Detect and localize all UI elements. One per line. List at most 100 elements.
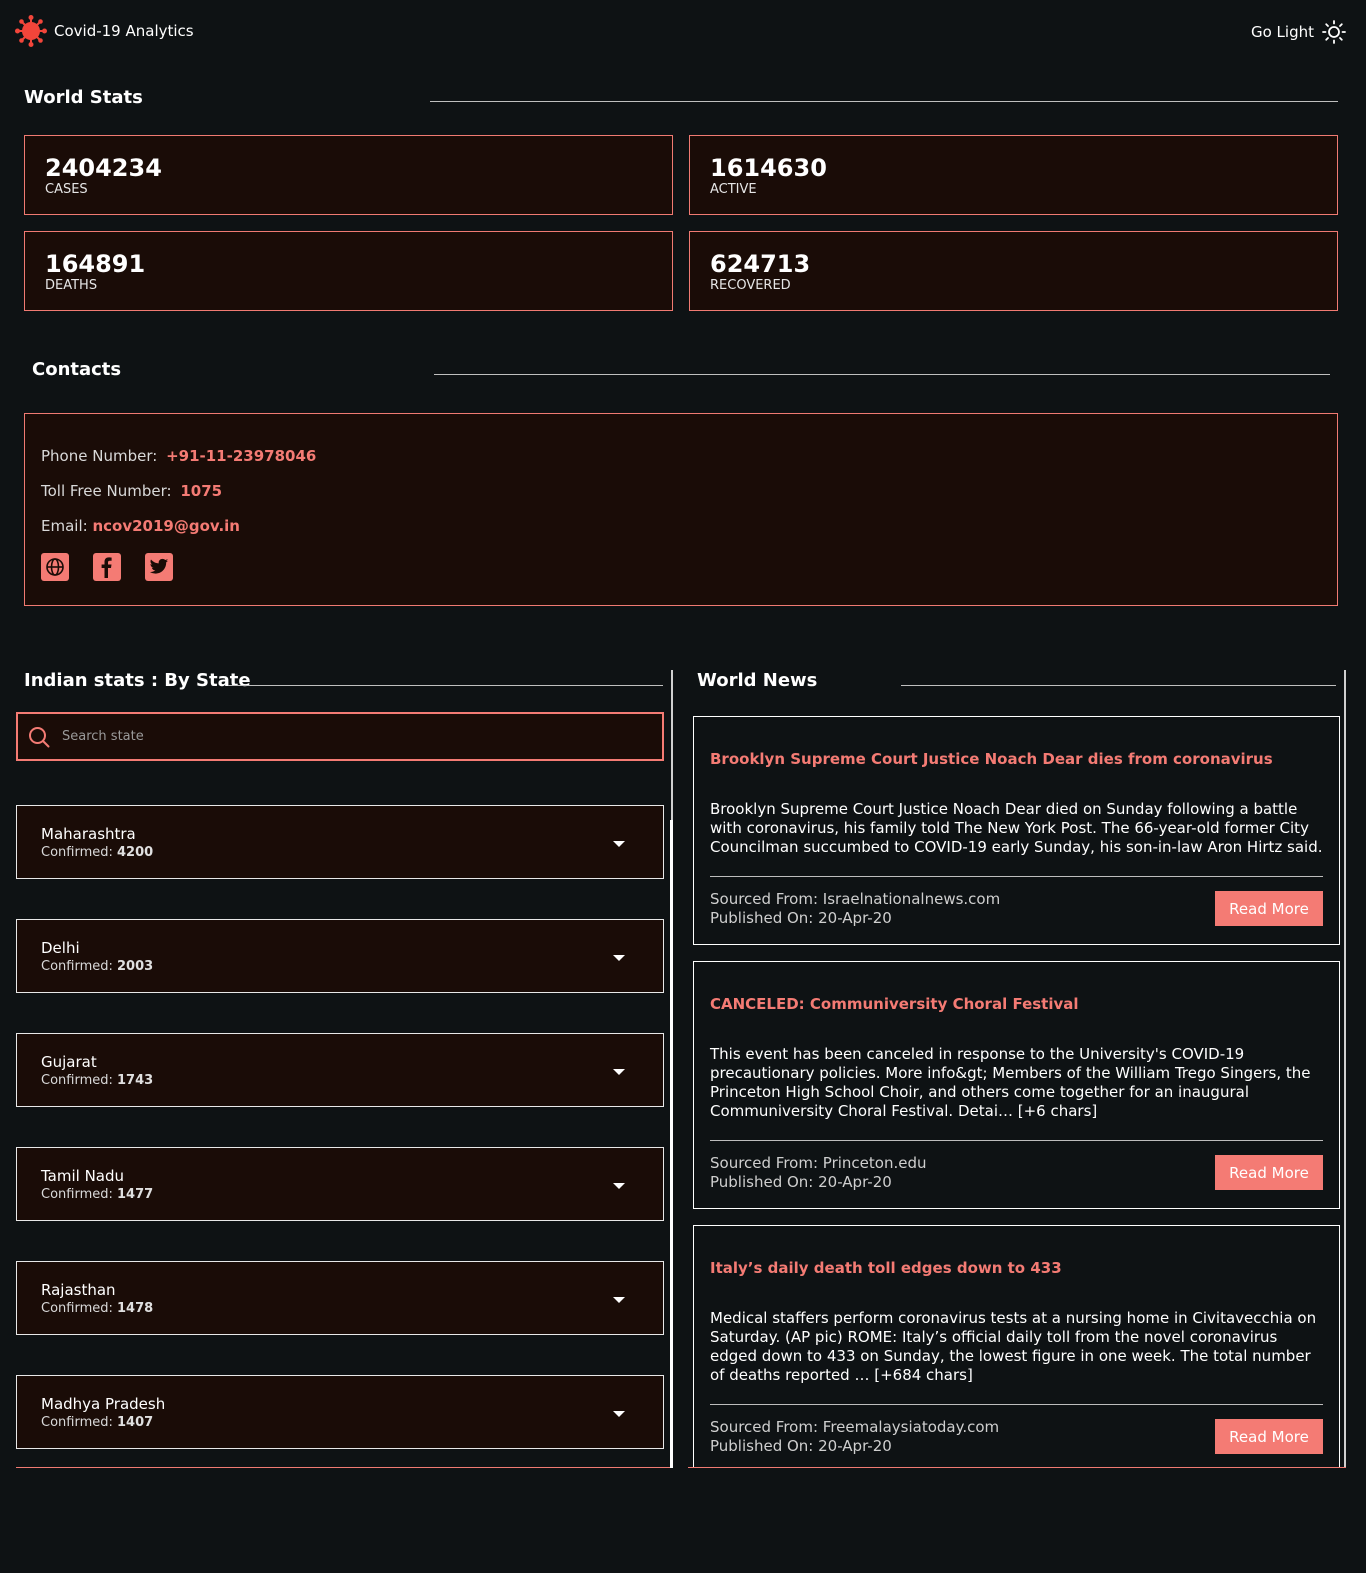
news-description: Medical staffers perform coronavirus tes… — [710, 1309, 1323, 1405]
confirmed-value: 1478 — [117, 1301, 154, 1316]
stat-label: CASES — [45, 182, 88, 197]
state-name: Delhi — [41, 939, 80, 957]
twitter-icon[interactable] — [145, 553, 173, 581]
news-footer: Sourced From: Princeton.edu Published On… — [710, 1141, 1323, 1208]
search-icon — [29, 726, 50, 747]
world-news-heading: World News — [697, 670, 818, 691]
globe-icon[interactable] — [41, 553, 69, 581]
theme-toggle-button[interactable]: Go Light — [1251, 18, 1346, 46]
stat-card-cases: 2404234 CASES — [24, 135, 673, 215]
news-footer: Sourced From: Israelnationalnews.com Pub… — [710, 877, 1323, 944]
stat-value: 164891 — [45, 250, 146, 278]
section-divider — [228, 685, 663, 686]
chevron-down-icon[interactable] — [613, 1411, 625, 1417]
confirmed-value: 1407 — [117, 1415, 154, 1430]
phone-label: Phone Number: — [41, 447, 158, 465]
state-accordion-delhi[interactable]: Delhi Confirmed: 2003 — [16, 919, 664, 993]
section-divider — [430, 101, 1338, 102]
stat-label: ACTIVE — [710, 182, 757, 197]
chevron-down-icon[interactable] — [613, 955, 625, 961]
state-accordion-madhya-pradesh[interactable]: Madhya Pradesh Confirmed: 1407 — [16, 1375, 664, 1449]
tollfree-row: Toll Free Number: 1075 — [41, 481, 1321, 516]
confirmed-label: Confirmed: — [41, 1073, 113, 1088]
tollfree-link[interactable]: 1075 — [180, 482, 222, 500]
state-search — [16, 712, 664, 761]
states-list: Maharashtra Confirmed: 4200 Delhi Confir… — [16, 805, 664, 1468]
stat-value: 624713 — [710, 250, 811, 278]
news-footer: Sourced From: Freemalaysiatoday.com Publ… — [710, 1405, 1323, 1468]
stat-card-active: 1614630 ACTIVE — [689, 135, 1338, 215]
phone-link[interactable]: +91-11-23978046 — [166, 447, 316, 465]
world-stats-heading: World Stats — [24, 87, 143, 108]
state-accordion-gujarat[interactable]: Gujarat Confirmed: 1743 — [16, 1033, 664, 1107]
theme-toggle-label: Go Light — [1250, 23, 1314, 41]
state-name: Rajasthan — [41, 1281, 116, 1299]
phone-row: Phone Number: +91-11-23978046 — [41, 446, 1321, 481]
stat-label: DEATHS — [45, 278, 98, 293]
stat-value: 2404234 — [45, 154, 162, 182]
state-accordion-rajasthan[interactable]: Rajasthan Confirmed: 1478 — [16, 1261, 664, 1335]
contacts-heading: Contacts — [32, 359, 122, 380]
news-description: This event has been canceled in response… — [710, 1045, 1323, 1141]
read-more-button[interactable]: Read More — [1215, 891, 1323, 926]
news-description: Brooklyn Supreme Court Justice Noach Dea… — [710, 800, 1323, 877]
state-confirmed: Confirmed: 1477 — [41, 1186, 639, 1203]
read-more-button[interactable]: Read More — [1215, 1155, 1323, 1190]
state-name: Tamil Nadu — [41, 1167, 125, 1185]
chevron-down-icon[interactable] — [613, 841, 625, 847]
confirmed-value: 4200 — [117, 845, 154, 860]
news-title: Brooklyn Supreme Court Justice Noach Dea… — [710, 750, 1273, 768]
search-state-input[interactable] — [62, 729, 622, 744]
states-bottom-border — [16, 1467, 671, 1468]
confirmed-value: 2003 — [117, 959, 154, 974]
news-scrollbar[interactable] — [1344, 670, 1346, 1468]
confirmed-label: Confirmed: — [41, 959, 113, 974]
state-accordion-tamil-nadu[interactable]: Tamil Nadu Confirmed: 1477 — [16, 1147, 664, 1221]
state-confirmed: Confirmed: 4200 — [41, 844, 639, 861]
virus-logo-icon — [15, 15, 47, 47]
email-link[interactable]: ncov2019@gov.in — [92, 517, 240, 535]
state-confirmed: Confirmed: 1743 — [41, 1072, 639, 1089]
contacts-panel: Phone Number: +91-11-23978046 Toll Free … — [24, 413, 1338, 606]
facebook-icon[interactable] — [93, 553, 121, 581]
state-name: Madhya Pradesh — [41, 1395, 166, 1413]
social-links — [41, 553, 1321, 581]
news-title: CANCELED: Communiversity Choral Festival — [710, 995, 1079, 1013]
confirmed-label: Confirmed: — [41, 1415, 113, 1430]
chevron-down-icon[interactable] — [613, 1069, 625, 1075]
state-name: Maharashtra — [41, 825, 136, 843]
confirmed-label: Confirmed: — [41, 1187, 113, 1202]
confirmed-label: Confirmed: — [41, 1301, 113, 1316]
news-card: Brooklyn Supreme Court Justice Noach Dea… — [693, 716, 1340, 945]
stat-card-recovered: 624713 RECOVERED — [689, 231, 1338, 311]
tollfree-label: Toll Free Number: — [41, 482, 172, 500]
news-card: CANCELED: Communiversity Choral Festival… — [693, 961, 1340, 1209]
news-title: Italy’s daily death toll edges down to 4… — [710, 1259, 1062, 1277]
stat-value: 1614630 — [710, 154, 827, 182]
stat-card-deaths: 164891 DEATHS — [24, 231, 673, 311]
chevron-down-icon[interactable] — [613, 1183, 625, 1189]
read-more-button[interactable]: Read More — [1215, 1419, 1323, 1454]
confirmed-value: 1477 — [117, 1187, 154, 1202]
sun-icon — [1322, 20, 1346, 44]
news-card: Italy’s daily death toll edges down to 4… — [693, 1225, 1340, 1468]
confirmed-label: Confirmed: — [41, 845, 113, 860]
state-accordion-maharashtra[interactable]: Maharashtra Confirmed: 4200 — [16, 805, 664, 879]
email-row: Email: ncov2019@gov.in — [41, 516, 1321, 551]
section-divider — [901, 685, 1336, 686]
news-list: Brooklyn Supreme Court Justice Noach Dea… — [693, 716, 1340, 1468]
state-confirmed: Confirmed: 2003 — [41, 958, 639, 975]
chevron-down-icon[interactable] — [613, 1297, 625, 1303]
confirmed-value: 1743 — [117, 1073, 154, 1088]
top-bar: Covid-19 Analytics Go Light — [0, 0, 1366, 64]
stat-label: RECOVERED — [710, 278, 791, 293]
email-label: Email: — [41, 517, 88, 535]
app-title: Covid-19 Analytics — [54, 22, 194, 40]
state-confirmed: Confirmed: 1407 — [41, 1414, 639, 1431]
india-stats-heading: Indian stats : By State — [24, 670, 251, 691]
states-scrollbar[interactable] — [670, 820, 673, 1468]
state-name: Gujarat — [41, 1053, 97, 1071]
state-confirmed: Confirmed: 1478 — [41, 1300, 639, 1317]
section-divider — [434, 374, 1330, 375]
news-bottom-border — [688, 1467, 1346, 1468]
